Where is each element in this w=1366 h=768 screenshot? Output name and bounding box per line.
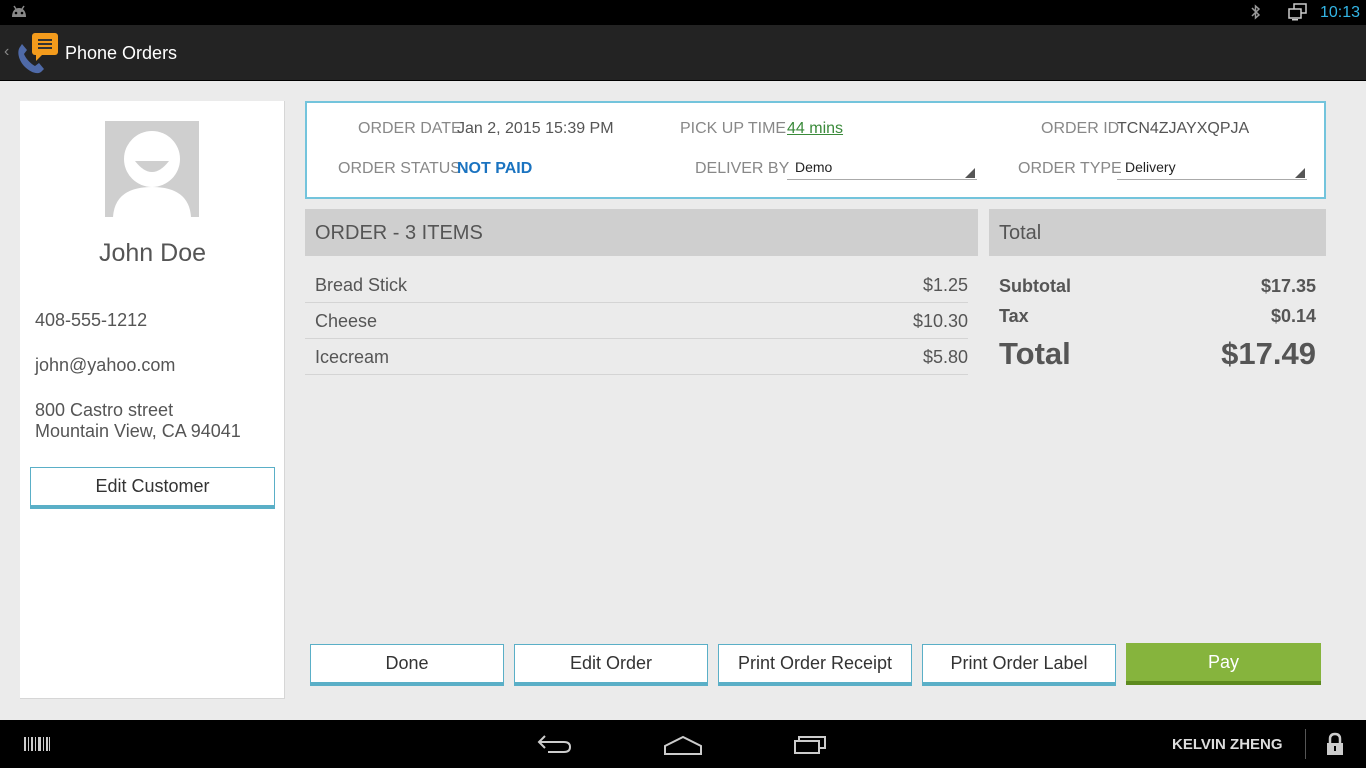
list-item[interactable]: Cheese $10.30 [305,303,968,339]
up-caret-icon[interactable]: ‹ [4,43,9,61]
status-bar: 10:13 [0,0,1366,25]
network-icon [1288,3,1308,26]
order-items-header: ORDER - 3 ITEMS [305,209,978,256]
bluetooth-icon [1250,4,1262,25]
subtotal-value: $17.35 [1260,276,1316,296]
item-name: Icecream [315,347,390,367]
divider [1305,729,1306,759]
order-type-label: ORDER TYPE [1018,160,1122,177]
order-date-label: ORDER DATE [358,120,462,137]
dropdown-arrow-icon [1295,168,1305,178]
print-order-receipt-button[interactable]: Print Order Receipt [718,644,912,686]
customer-address-line2: Mountain View, CA 94041 [35,421,241,441]
tax-value: $0.14 [1270,306,1316,326]
total-value: $17.49 [1221,336,1316,371]
item-name: Cheese [315,311,378,331]
order-id-value: TCN4ZJAYXQPJA [1117,120,1250,137]
total-label: Total [999,336,1071,371]
print-order-label-button[interactable]: Print Order Label [922,644,1116,686]
clock: 10:13 [1320,4,1361,21]
list-item[interactable]: Bread Stick $1.25 [305,267,968,303]
customer-name: John Doe [98,239,207,267]
pay-button[interactable]: Pay [1126,643,1321,685]
edit-customer-button[interactable]: Edit Customer [30,467,275,509]
order-info-panel: ORDER DATE Jan 2, 2015 15:39 PM PICK UP … [305,101,1326,199]
dropdown-arrow-icon [965,168,975,178]
deliver-by-label: DELIVER BY [695,160,790,177]
item-price: $5.80 [922,347,968,367]
app-title: Phone Orders [65,43,178,63]
order-status-label: ORDER STATUS [338,160,461,177]
barcode-icon[interactable] [24,737,50,756]
done-button[interactable]: Done [310,644,504,686]
pickup-time-link[interactable]: 44 mins [787,120,843,138]
order-type-dropdown[interactable]: Delivery [1117,158,1307,180]
order-status-value: NOT PAID [457,160,533,177]
recents-icon[interactable] [793,734,829,759]
item-price: $1.25 [922,275,968,295]
avatar [105,121,199,217]
customer-email: john@yahoo.com [35,355,176,375]
home-icon[interactable] [663,734,703,761]
action-bar: ‹ Phone Orders [0,25,1366,81]
customer-address-line1: 800 Castro street [35,400,174,420]
order-date-value: Jan 2, 2015 15:39 PM [457,120,614,137]
order-type-value: Delivery [1125,159,1176,175]
tax-label: Tax [999,306,1029,326]
user-name: KELVIN ZHENG [1172,736,1283,753]
pickup-time-label: PICK UP TIME [680,120,787,137]
item-name: Bread Stick [315,275,408,295]
lock-icon[interactable] [1326,732,1344,761]
customer-phone: 408-555-1212 [35,310,148,330]
customer-panel: John Doe 408-555-1212 john@yahoo.com 800… [20,101,285,699]
back-icon[interactable] [536,733,574,760]
deliver-by-value: Demo [795,159,833,175]
subtotal-label: Subtotal [999,276,1071,296]
list-item[interactable]: Icecream $5.80 [305,339,968,375]
edit-order-button[interactable]: Edit Order [514,644,708,686]
deliver-by-dropdown[interactable]: Demo [787,158,977,180]
totals-header: Total [989,209,1326,256]
phone-orders-app-icon[interactable] [14,33,60,75]
order-id-label: ORDER ID [1041,120,1120,137]
navigation-bar: KELVIN ZHENG [0,720,1366,768]
item-price: $10.30 [912,311,968,331]
android-icon [10,5,28,24]
